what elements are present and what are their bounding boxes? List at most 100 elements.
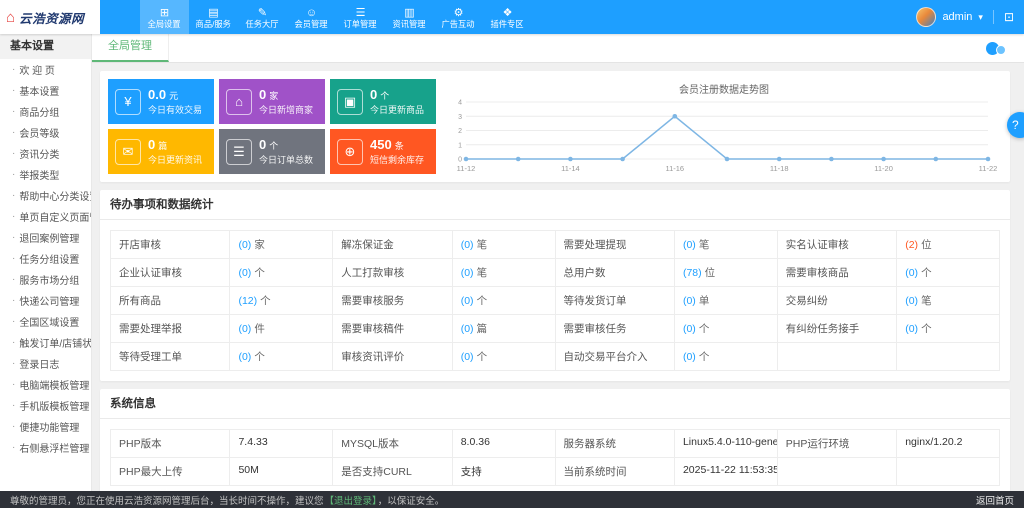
todo-count-link[interactable]: (2) [905,239,918,251]
chart-title: 会员注册数据走势图 [679,85,769,96]
tab-global-management[interactable]: 全局管理 [92,33,169,62]
top-nav-item[interactable]: ❖ 插件专区 [483,0,532,34]
todo-count-link[interactable]: (0) [905,295,918,307]
stat-card[interactable]: ¥ 0.0 元 今日有效交易 [108,79,214,124]
todo-value: (0) 个 [453,287,555,314]
top-nav-item[interactable]: ✎ 任务大厅 [238,0,287,34]
sidebar-item-label: 登录日志 [19,360,60,371]
sidebar-item[interactable]: · 单页自定义页面管理 [0,206,91,227]
stat-card[interactable]: ⊕ 450 条 短信剩余库存 [330,129,436,174]
todo-value: (12) 个 [230,287,332,314]
stat-card[interactable]: ▣ 0 个 今日更新商品 [330,79,436,124]
stat-card[interactable]: ✉ 0 篇 今日更新资讯 [108,129,214,174]
stat-value-row: 0 个 [370,87,424,102]
sysinfo-value [897,458,999,485]
bottom-bar: 尊敬的管理员，您正在使用云浩资源网管理后台，当长时间不操作，建议您【退出登录】，… [0,491,1024,508]
todo-cell: 等待受理工单 (0) 个 [110,342,333,370]
footer-text-before: 尊敬的管理员，您正在使用云浩资源网管理后台，当长时间不操作，建议您 [10,495,324,507]
sidebar-item[interactable]: · 快递公司管理 [0,290,91,311]
sidebar-item[interactable]: · 全国区域设置 [0,311,91,332]
sidebar-item[interactable]: · 右侧悬浮栏管理 [0,437,91,458]
todo-count-link[interactable]: (0) [683,239,696,251]
todo-unit: 个 [921,267,932,279]
top-nav-item[interactable]: ☺ 会员管理 [287,0,336,34]
username[interactable]: admin [942,11,972,23]
nav-item-icon: ☰ [355,6,366,19]
todo-cell: 审核资讯评价 (0) 个 [332,342,555,370]
sysinfo-cell: PHP运行环境 nginx/1.20.2 [776,429,999,457]
todo-count-link[interactable]: (0) [461,267,474,279]
fullscreen-icon[interactable]: ⊡ [1004,10,1014,24]
todo-count-link[interactable]: (0) [238,239,251,251]
todo-count-link[interactable]: (78) [683,267,702,279]
todo-count-link[interactable]: (12) [238,295,257,307]
sidebar-item[interactable]: · 任务分组设置 [0,248,91,269]
todo-value: (0) 个 [230,259,332,286]
top-nav-item[interactable]: ▥ 资讯管理 [385,0,434,34]
todo-unit: 篇 [476,323,488,335]
bullet-icon: · [12,148,16,159]
sidebar-item[interactable]: · 基本设置 [0,80,91,101]
sidebar-item-label: 资讯分类 [19,150,60,161]
todo-value: (0) 个 [897,259,999,286]
todo-cell: 人工打款审核 (0) 笔 [332,258,555,286]
sidebar-item[interactable]: · 帮助中心分类设置 [0,185,91,206]
avatar[interactable] [916,7,937,27]
todo-cell: 需要审核商品 (0) 个 [776,258,999,286]
sidebar-item[interactable]: · 服务市场分组 [0,269,91,290]
todo-count-link[interactable]: (0) [683,351,696,363]
sidebar-title: 基本设置 [0,34,91,59]
sidebar-item[interactable]: · 便捷功能管理 [0,416,91,437]
todo-count-link[interactable]: (0) [461,323,474,335]
todo-count-link[interactable]: (0) [238,323,251,335]
top-nav-item[interactable]: ▤ 商品/服务 [189,0,238,34]
todo-count-link[interactable]: (0) [683,295,696,307]
sidebar-item[interactable]: · 触发订单/店铺状态 [0,332,91,353]
chevron-down-icon[interactable]: ▾ [978,12,983,23]
theme-switch-icon[interactable] [986,41,1012,57]
stat-card[interactable]: ☰ 0 个 今日订单总数 [219,129,325,174]
todo-label: 自动交易平台介入 [556,343,675,370]
todo-count-link[interactable]: (0) [461,239,474,251]
bullet-icon: · [12,274,16,285]
todo-count-link[interactable]: (0) [905,323,918,335]
todo-value: (0) 单 [675,287,777,314]
todo-count-link[interactable]: (0) [683,323,696,335]
sidebar-item[interactable]: · 电脑端模板管理 [0,374,91,395]
top-nav-item[interactable]: ⚙ 广告互动 [434,0,483,34]
sidebar-item[interactable]: · 商品分组 [0,101,91,122]
todo-label: 总用户数 [556,259,675,286]
todo-label: 需要审核稿件 [333,315,453,342]
todo-cell [776,342,999,370]
nav-item-icon: ▤ [208,6,219,19]
sidebar-item-label: 单页自定义页面管理 [19,213,91,224]
todo-count-link[interactable]: (0) [238,267,251,279]
stat-card[interactable]: ⌂ 0 家 今日新增商家 [219,79,325,124]
todo-count-link[interactable]: (0) [238,351,251,363]
sidebar-item[interactable]: · 举报类型 [0,164,91,185]
sidebar-item-label: 全国区域设置 [19,318,80,329]
sidebar-item[interactable]: · 退回案例管理 [0,227,91,248]
sidebar-item-label: 退回案例管理 [19,234,80,245]
todo-unit: 笔 [476,239,488,251]
sidebar-item[interactable]: · 欢 迎 页 [0,59,91,80]
todo-count-link[interactable]: (0) [905,267,918,279]
sidebar-item[interactable]: · 会员等级 [0,122,91,143]
sidebar-item[interactable]: · 资讯分类 [0,143,91,164]
todo-unit: 位 [704,267,716,279]
todo-value: (0) 件 [230,315,332,342]
logout-link[interactable]: 【退出登录】 [325,496,377,507]
todo-value: (0) 个 [453,343,555,370]
app-logo[interactable]: ⌂ 云浩资源网 [0,0,100,34]
sysinfo-value: nginx/1.20.2 [905,436,963,448]
top-nav-item[interactable]: ☰ 订单管理 [336,0,385,34]
sidebar-item[interactable]: · 手机版模板管理 [0,395,91,416]
chart-plot: 0 1 2 3 4 11-12 11-14 11-16 11-18 11-20 11-22 [446,96,1002,174]
top-nav-item[interactable]: ⊞ 全局设置 [140,0,189,34]
nav-item-label: 订单管理 [343,18,378,29]
sidebar-item[interactable]: · 登录日志 [0,353,91,374]
stat-card-icon: ▣ [337,88,363,115]
todo-count-link[interactable]: (0) [461,295,474,307]
todo-count-link[interactable]: (0) [461,351,474,363]
back-home-link[interactable]: 返回首页 [976,493,1014,507]
